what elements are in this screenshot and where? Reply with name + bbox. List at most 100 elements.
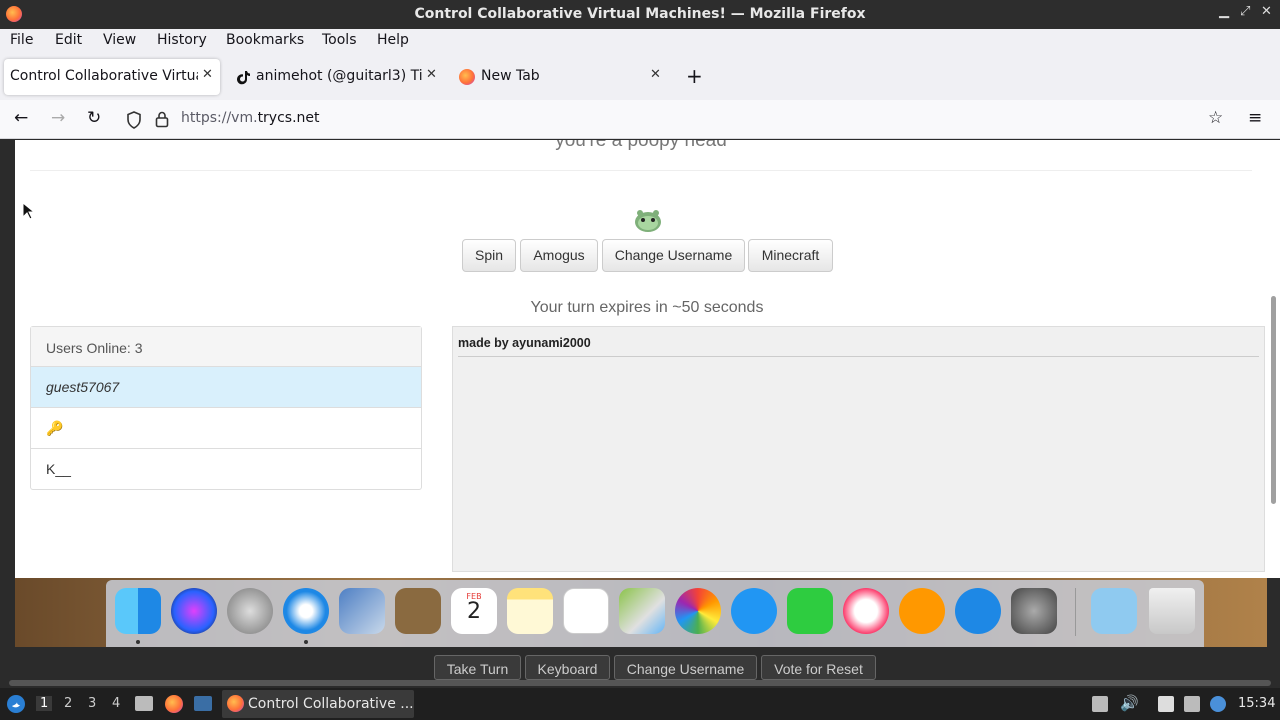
workspace-2[interactable]: 2 bbox=[64, 696, 72, 711]
menu-bar: File Edit View History Bookmarks Tools H… bbox=[0, 29, 1280, 53]
firefox-launcher-icon[interactable] bbox=[165, 695, 183, 713]
back-icon[interactable]: ← bbox=[14, 108, 28, 128]
horizontal-scrollbar[interactable] bbox=[9, 680, 1271, 686]
minimize-icon[interactable]: ▁ bbox=[1219, 4, 1229, 19]
scrollbar-thumb[interactable] bbox=[1271, 296, 1276, 504]
vm-control-bar: Take Turn Keyboard Change Username Vote … bbox=[0, 647, 1280, 682]
amogus-button[interactable]: Amogus bbox=[520, 239, 598, 272]
settings-icon[interactable] bbox=[1011, 588, 1057, 634]
user-list-item[interactable]: guest57067 bbox=[31, 367, 421, 408]
tab-close-icon[interactable]: ✕ bbox=[426, 67, 437, 82]
tab-control-vm[interactable]: Control Collaborative Virtual Machines! … bbox=[4, 59, 220, 95]
users-online-header: Users Online: 3 bbox=[31, 327, 421, 367]
keyboard-button[interactable]: Keyboard bbox=[525, 655, 610, 680]
close-window-icon[interactable]: ✕ bbox=[1261, 4, 1272, 19]
menu-tools[interactable]: Tools bbox=[322, 32, 357, 48]
firefox-icon bbox=[459, 69, 475, 85]
start-menu-icon[interactable] bbox=[6, 694, 26, 714]
launchpad-icon[interactable] bbox=[227, 588, 273, 634]
tab-new-tab[interactable]: New Tab ✕ bbox=[452, 59, 668, 95]
page-content: you're a poopy head Spin Amogus Change U… bbox=[15, 140, 1267, 578]
notification-icon[interactable] bbox=[1210, 696, 1226, 712]
lock-icon[interactable] bbox=[155, 110, 169, 128]
file-manager-icon[interactable] bbox=[135, 696, 153, 711]
music-icon[interactable] bbox=[843, 588, 889, 634]
clipboard-icon[interactable] bbox=[1158, 696, 1174, 712]
downloads-folder-icon[interactable] bbox=[1091, 588, 1137, 634]
chat-message: made by ayunami2000 bbox=[458, 336, 591, 350]
change-username-vm-button[interactable]: Change Username bbox=[614, 655, 757, 680]
trash-icon[interactable] bbox=[1149, 588, 1195, 634]
workspace-1[interactable]: 1 bbox=[36, 696, 53, 711]
window-title: Control Collaborative Virtual Machines! … bbox=[414, 6, 866, 22]
workspace-3[interactable]: 3 bbox=[88, 696, 96, 711]
vote-for-reset-button[interactable]: Vote for Reset bbox=[761, 655, 876, 680]
url-domain: trycs.net bbox=[257, 110, 320, 126]
maps-icon[interactable] bbox=[619, 588, 665, 634]
shield-icon[interactable] bbox=[126, 111, 142, 129]
users-online-panel: Users Online: 3 guest57067 🔑 K__ bbox=[30, 326, 422, 490]
firefox-icon bbox=[227, 695, 244, 712]
reload-icon[interactable]: ↻ bbox=[87, 108, 101, 128]
tab-close-icon[interactable]: ✕ bbox=[650, 67, 661, 82]
terminal-icon[interactable] bbox=[194, 696, 212, 711]
books-icon[interactable] bbox=[899, 588, 945, 634]
running-indicator bbox=[136, 640, 140, 644]
user-list-item[interactable]: K__ bbox=[31, 449, 421, 490]
preview-icon[interactable] bbox=[339, 588, 385, 634]
divider bbox=[30, 170, 1252, 171]
bookmark-star-icon[interactable]: ☆ bbox=[1208, 108, 1223, 128]
user-list-item[interactable]: 🔑 bbox=[31, 408, 421, 449]
chat-panel: made by ayunami2000 bbox=[452, 326, 1265, 572]
tab-close-icon[interactable]: ✕ bbox=[202, 67, 213, 82]
url-field[interactable]: https://vm.trycs.net bbox=[181, 110, 320, 126]
new-tab-button[interactable]: + bbox=[686, 64, 703, 88]
siri-icon[interactable] bbox=[171, 588, 217, 634]
calendar-day: 2 bbox=[467, 599, 481, 624]
tiktok-icon bbox=[237, 71, 250, 85]
reminders-icon[interactable] bbox=[563, 588, 609, 634]
forward-icon[interactable]: → bbox=[51, 108, 65, 128]
photos-icon[interactable] bbox=[675, 588, 721, 634]
menu-edit[interactable]: Edit bbox=[55, 32, 82, 48]
tab-label: animehot (@guitarl3) TikTok bbox=[256, 68, 422, 84]
facetime-icon[interactable] bbox=[787, 588, 833, 634]
notes-icon[interactable] bbox=[507, 588, 553, 634]
macos-dock: FEB 2 bbox=[106, 580, 1204, 647]
tab-label: New Tab bbox=[481, 68, 540, 84]
safari-icon[interactable] bbox=[283, 588, 329, 634]
menu-help[interactable]: Help bbox=[377, 32, 409, 48]
menu-view[interactable]: View bbox=[103, 32, 136, 48]
turn-timer-text: Your turn expires in ~50 seconds bbox=[530, 299, 764, 316]
maximize-icon[interactable]: ⤢ bbox=[1240, 4, 1250, 19]
menu-file[interactable]: File bbox=[10, 32, 33, 48]
take-turn-button[interactable]: Take Turn bbox=[434, 655, 521, 680]
display-icon[interactable] bbox=[1184, 696, 1200, 712]
minecraft-button[interactable]: Minecraft bbox=[748, 239, 833, 272]
workspace-4[interactable]: 4 bbox=[112, 696, 120, 711]
tab-label: Control Collaborative Virtual Machines! bbox=[10, 68, 198, 84]
tab-tiktok[interactable]: animehot (@guitarl3) TikTok ✕ bbox=[226, 59, 442, 95]
menu-bookmarks[interactable]: Bookmarks bbox=[226, 32, 304, 48]
window-titlebar: Control Collaborative Virtual Machines! … bbox=[0, 0, 1280, 29]
finder-icon[interactable] bbox=[115, 588, 161, 634]
volume-icon[interactable]: 🔊 bbox=[1120, 694, 1139, 712]
tray-up-icon[interactable] bbox=[1092, 696, 1108, 712]
tab-bar: Control Collaborative Virtual Machines! … bbox=[0, 53, 1280, 100]
menu-history[interactable]: History bbox=[157, 32, 207, 48]
dock-separator bbox=[1075, 588, 1076, 636]
contacts-icon[interactable] bbox=[395, 588, 441, 634]
top-message: you're a poopy head bbox=[555, 140, 727, 151]
spin-button[interactable]: Spin bbox=[462, 239, 516, 272]
clock: 15:34 bbox=[1238, 696, 1276, 711]
navigation-bar: ← → ↻ https://vm.trycs.net ☆ ≡ bbox=[0, 100, 1280, 139]
messages-icon[interactable] bbox=[731, 588, 777, 634]
change-username-button[interactable]: Change Username bbox=[602, 239, 745, 272]
app-store-icon[interactable] bbox=[955, 588, 1001, 634]
taskbar-task-firefox[interactable]: Control Collaborative ... bbox=[222, 690, 414, 718]
calendar-icon[interactable]: FEB 2 bbox=[451, 588, 497, 634]
running-indicator bbox=[304, 640, 308, 644]
mouse-cursor-icon bbox=[22, 202, 34, 220]
url-prefix: https://vm. bbox=[181, 110, 258, 126]
hamburger-menu-icon[interactable]: ≡ bbox=[1248, 108, 1262, 128]
